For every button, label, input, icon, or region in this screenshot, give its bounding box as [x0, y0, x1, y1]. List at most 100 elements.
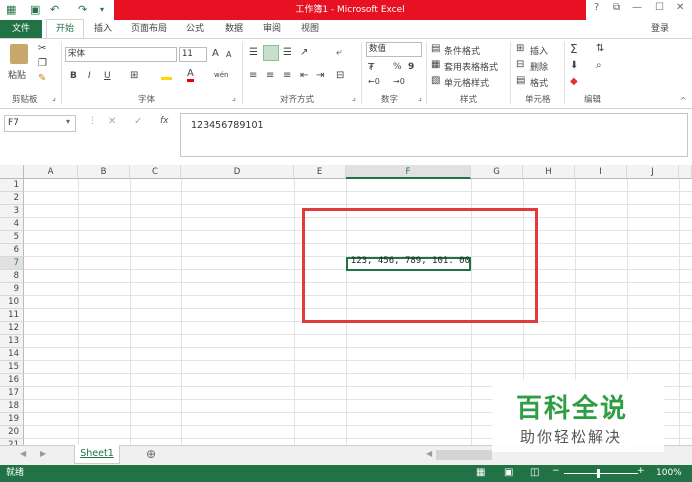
row-header[interactable]: 6	[0, 244, 24, 257]
row-header[interactable]: 13	[0, 335, 24, 348]
zoom-slider-thumb[interactable]	[597, 469, 600, 478]
sort-filter-icon[interactable]: ⇅	[596, 43, 604, 54]
undo-icon[interactable]: ↶	[50, 3, 59, 17]
horizontal-scrollbar[interactable]	[436, 450, 492, 460]
select-all-corner[interactable]	[0, 165, 24, 179]
align-top-icon[interactable]: ☰	[249, 47, 258, 58]
italic-button[interactable]: I	[88, 71, 91, 81]
align-bottom-icon[interactable]: ☰	[283, 47, 292, 58]
column-header-selected[interactable]: F	[346, 165, 471, 179]
shrink-font-button[interactable]: A	[226, 50, 231, 59]
save-icon[interactable]: ▣	[30, 3, 40, 17]
ribbon-display-button[interactable]: ⧉	[613, 2, 620, 13]
delete-cells-icon[interactable]: ⊟	[516, 59, 524, 70]
font-color-button[interactable]: A	[187, 69, 194, 82]
tab-review[interactable]: 审阅	[263, 20, 281, 38]
tab-file[interactable]: 文件	[0, 20, 42, 38]
row-header[interactable]: 4	[0, 218, 24, 231]
insert-cells-icon[interactable]: ⊞	[516, 43, 524, 54]
column-header[interactable]: H	[523, 165, 575, 179]
fill-color-icon[interactable]	[161, 71, 172, 80]
format-painter-icon[interactable]: ✎	[38, 73, 46, 84]
number-launcher-icon[interactable]: ⌟	[418, 93, 422, 103]
zoom-slider[interactable]	[564, 473, 638, 474]
align-center-icon[interactable]: ≡	[266, 70, 274, 81]
page-break-view-icon[interactable]: ◫	[530, 467, 539, 478]
font-name-select[interactable]: 宋体	[65, 47, 177, 62]
zoom-in-icon[interactable]: +	[637, 466, 645, 476]
sheet-tab-sheet1[interactable]: Sheet1	[74, 445, 120, 464]
cut-icon[interactable]: ✂	[38, 43, 46, 54]
merge-center-icon[interactable]: ⊟	[336, 70, 344, 81]
enter-formula-button[interactable]: ✓	[134, 116, 142, 127]
redo-icon[interactable]: ↷	[78, 3, 87, 17]
zoom-out-icon[interactable]: −	[552, 466, 560, 476]
align-right-icon[interactable]: ≡	[283, 70, 291, 81]
grow-font-button[interactable]: A	[212, 48, 219, 59]
cell-styles-button[interactable]: 单元格样式	[444, 76, 489, 89]
row-header[interactable]: 19	[0, 413, 24, 426]
comma-style-button[interactable]: 9	[408, 62, 414, 72]
minimize-button[interactable]: —	[632, 2, 642, 13]
paste-button[interactable]: 粘贴	[8, 68, 26, 81]
wrap-text-icon[interactable]: ⤶	[336, 47, 342, 58]
column-header[interactable]: D	[181, 165, 294, 179]
align-left-icon[interactable]: ≡	[249, 70, 257, 81]
tab-view[interactable]: 视图	[301, 20, 319, 38]
clipboard-launcher-icon[interactable]: ⌟	[52, 93, 56, 103]
number-format-select[interactable]: 数值	[366, 42, 422, 57]
decrease-indent-icon[interactable]: ⇤	[300, 70, 308, 81]
next-sheet-icon[interactable]: ▶	[40, 449, 46, 458]
customize-quick-access-icon[interactable]: ▾	[100, 3, 104, 17]
tab-data[interactable]: 数据	[225, 20, 243, 38]
format-cells-button[interactable]: 格式	[530, 76, 548, 89]
paste-icon[interactable]	[10, 44, 28, 64]
maximize-button[interactable]: ☐	[655, 2, 664, 13]
row-header[interactable]: 20	[0, 426, 24, 439]
row-header[interactable]: 11	[0, 309, 24, 322]
increase-indent-icon[interactable]: ⇥	[316, 70, 324, 81]
border-icon[interactable]: ⊞	[130, 70, 138, 81]
column-header[interactable]: B	[78, 165, 130, 179]
increase-decimal-icon[interactable]: ←0	[368, 77, 380, 86]
row-header[interactable]: 2	[0, 192, 24, 205]
column-header[interactable]: J	[627, 165, 679, 179]
prev-sheet-icon[interactable]: ◀	[20, 449, 26, 458]
row-header[interactable]: 16	[0, 374, 24, 387]
collapse-ribbon-icon[interactable]: ^	[680, 96, 687, 105]
column-header[interactable]: I	[575, 165, 627, 179]
sign-in-link[interactable]: 登录	[651, 20, 669, 38]
column-header[interactable]: A	[24, 165, 78, 179]
fill-icon[interactable]: ⬇	[570, 60, 578, 71]
page-layout-view-icon[interactable]: ▣	[504, 467, 513, 478]
column-header-partial[interactable]	[679, 165, 692, 179]
bold-button[interactable]: B	[70, 71, 77, 81]
cell-styles-icon[interactable]: ▧	[431, 75, 440, 86]
row-header[interactable]: 17	[0, 387, 24, 400]
conditional-format-icon[interactable]: ▤	[431, 43, 440, 54]
scroll-left-icon[interactable]: ◀	[426, 449, 432, 458]
delete-cells-button[interactable]: 删除	[530, 60, 548, 73]
font-size-select[interactable]: 11	[179, 47, 207, 62]
column-header[interactable]: E	[294, 165, 346, 179]
help-button[interactable]: ?	[594, 2, 599, 13]
tab-formulas[interactable]: 公式	[186, 20, 204, 38]
insert-cells-button[interactable]: 插入	[530, 44, 548, 57]
decrease-decimal-icon[interactable]: →0	[393, 77, 405, 86]
close-button[interactable]: ✕	[676, 2, 684, 13]
zoom-level[interactable]: 100%	[656, 465, 682, 482]
table-format-button[interactable]: 套用表格格式	[444, 60, 498, 73]
tab-insert[interactable]: 插入	[94, 20, 112, 38]
column-header[interactable]: C	[130, 165, 181, 179]
normal-view-icon[interactable]: ▦	[476, 467, 485, 478]
alignment-launcher-icon[interactable]: ⌟	[352, 93, 356, 103]
insert-function-button[interactable]: fx	[160, 116, 169, 126]
row-header[interactable]: 18	[0, 400, 24, 413]
row-header[interactable]: 1	[0, 179, 24, 192]
row-header[interactable]: 10	[0, 296, 24, 309]
orientation-icon[interactable]: ↗	[300, 47, 308, 58]
clear-icon[interactable]: ◆	[570, 76, 578, 87]
add-sheet-button[interactable]: ⊕	[146, 447, 156, 461]
row-header[interactable]: 9	[0, 283, 24, 296]
copy-icon[interactable]: ❐	[38, 58, 47, 69]
